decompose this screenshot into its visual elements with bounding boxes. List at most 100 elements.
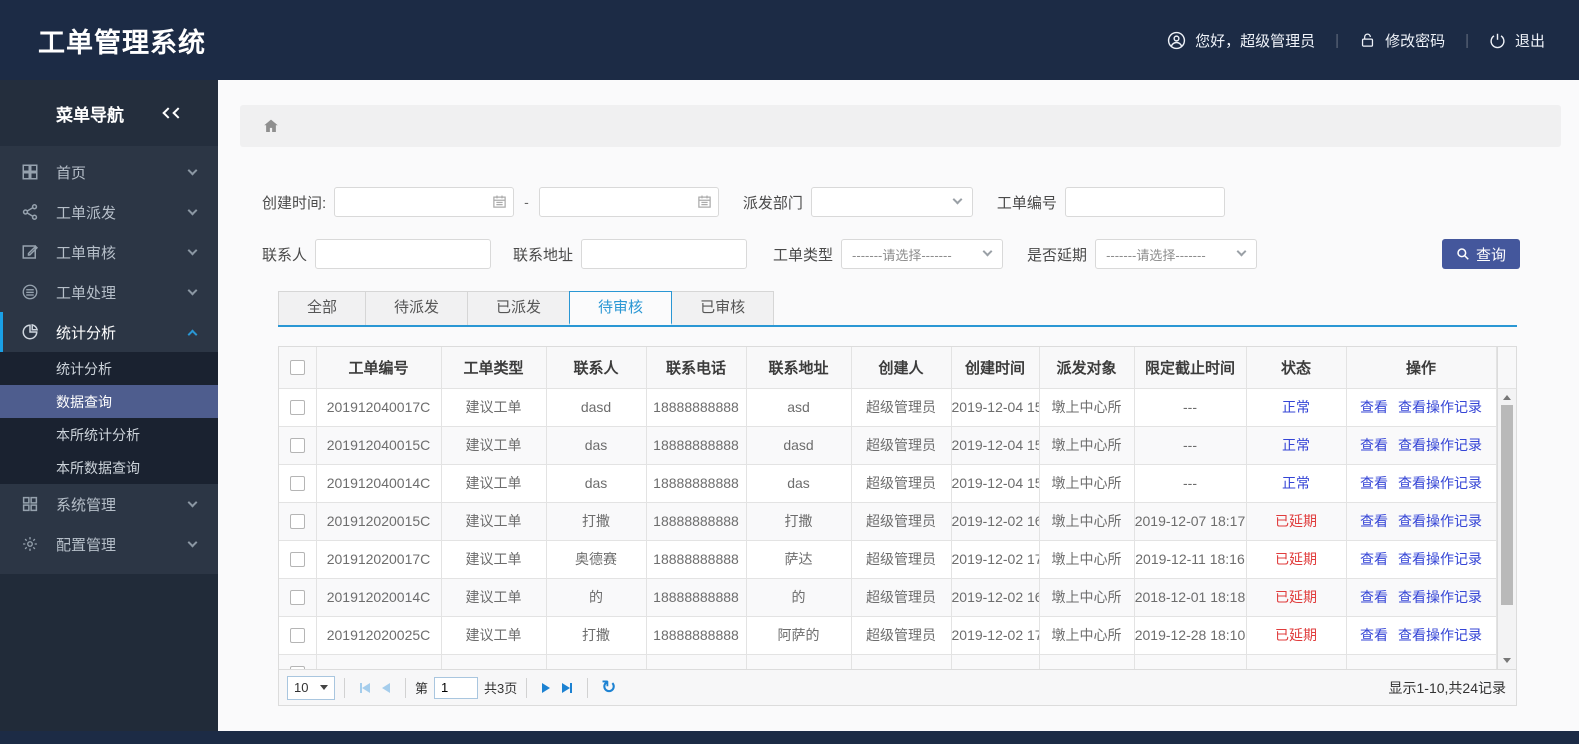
chevron-up-icon — [187, 329, 198, 339]
submenu-item-data-query[interactable]: 数据查询 — [0, 385, 218, 418]
cell-contact: 打撒 — [545, 615, 647, 655]
page-number-input[interactable] — [434, 676, 479, 699]
view-link[interactable]: 查看 — [1360, 589, 1388, 605]
order-no-input[interactable] — [1064, 187, 1225, 217]
row-checkbox[interactable] — [289, 437, 305, 453]
create-time-end-input[interactable] — [538, 187, 719, 217]
total-pages-label: 共3页 — [484, 681, 518, 696]
submenu-item-local-data-query[interactable]: 本所数据查询 — [0, 451, 218, 484]
cell-contact: das — [545, 425, 647, 465]
sidebar-item-label: 工单派发 — [56, 204, 117, 222]
logout-button[interactable]: 退出 — [1489, 30, 1545, 51]
header-checkbox-cell — [279, 347, 317, 389]
cell-creator: 超级管理员 — [850, 577, 952, 617]
view-log-link[interactable]: 查看操作记录 — [1398, 399, 1482, 415]
calendar-icon[interactable] — [492, 194, 507, 209]
table-row: 201912020014C 建议工单 的 18888888888 的 超级管理员… — [279, 577, 1497, 617]
view-link[interactable]: 查看 — [1360, 437, 1388, 453]
view-link[interactable]: 查看 — [1360, 399, 1388, 415]
sidebar-item-system[interactable]: 系统管理 — [0, 484, 218, 524]
change-password-button[interactable]: 修改密码 — [1359, 30, 1445, 51]
row-checkbox[interactable] — [289, 665, 305, 669]
view-link[interactable]: 查看 — [1360, 551, 1388, 567]
sidebar-collapse-icon[interactable] — [162, 107, 184, 119]
cell-order-type: 建议工单 — [440, 463, 547, 503]
address-input[interactable] — [581, 239, 748, 269]
tab-reviewed[interactable]: 已审核 — [671, 291, 775, 325]
row-checkbox[interactable] — [289, 399, 305, 415]
cell-checkbox — [279, 425, 317, 465]
cell-order-type: 建议工单 — [440, 501, 547, 541]
table-row: 201912020025C 建议工单 打撒 18888888888 阿萨的 超级… — [279, 615, 1497, 655]
cell-creator: 超级管理员 — [850, 539, 952, 579]
sidebar-item-dispatch[interactable]: 工单派发 — [0, 192, 218, 232]
status-badge: 正常 — [1245, 387, 1347, 427]
view-log-link[interactable]: 查看操作记录 — [1398, 513, 1482, 529]
page-size-select[interactable]: 10 — [287, 675, 335, 700]
cell-address: 打撒 — [745, 501, 852, 541]
cell-address: das — [745, 463, 852, 503]
row-checkbox[interactable] — [289, 551, 305, 567]
chevron-down-icon — [187, 165, 198, 176]
row-checkbox[interactable] — [289, 475, 305, 491]
tab-pending-dispatch[interactable]: 待派发 — [365, 291, 469, 325]
view-link[interactable]: 查看 — [1360, 513, 1388, 529]
scroll-down-icon[interactable] — [1503, 658, 1511, 663]
pager-divider — [344, 677, 345, 698]
cell-order-no: 201912040015C — [315, 425, 442, 465]
row-checkbox[interactable] — [289, 589, 305, 605]
next-page-button[interactable] — [542, 682, 551, 693]
table-scrollbar — [1496, 347, 1516, 669]
dispatch-dept-select[interactable] — [810, 187, 973, 217]
select-all-checkbox[interactable] — [289, 359, 305, 375]
sidebar-item-statistics[interactable]: 统计分析 — [0, 312, 218, 352]
user-greeting[interactable]: 您好，超级管理员 — [1167, 30, 1315, 51]
tab-all[interactable]: 全部 — [278, 291, 367, 325]
cell-order-type: 建议工单 — [440, 539, 547, 579]
cell-actions: 查看 查看操作记录 — [1345, 463, 1497, 503]
search-button-label: 查询 — [1475, 246, 1506, 264]
row-checkbox[interactable] — [289, 627, 305, 643]
sidebar-item-review[interactable]: 工单审核 — [0, 232, 218, 272]
cell-address: 阿萨的 — [745, 615, 852, 655]
cell-order-no: 201912040017C — [315, 387, 442, 427]
view-log-link[interactable]: 查看操作记录 — [1398, 475, 1482, 491]
view-log-link[interactable]: 查看操作记录 — [1398, 437, 1482, 453]
pagination-bar: 10 第 共3页 — [279, 669, 1516, 705]
view-log-link[interactable]: 查看操作记录 — [1398, 627, 1482, 643]
sidebar-item-config[interactable]: 配置管理 — [0, 524, 218, 564]
order-type-select[interactable]: -------请选择------- — [841, 239, 1004, 269]
view-link[interactable]: 查看 — [1360, 627, 1388, 643]
submenu-item-statistics[interactable]: 统计分析 — [0, 352, 218, 385]
submenu-item-local-statistics[interactable]: 本所统计分析 — [0, 418, 218, 451]
delay-select[interactable]: -------请选择------- — [1095, 239, 1258, 269]
search-button[interactable]: 查询 — [1442, 239, 1520, 269]
home-icon[interactable] — [262, 117, 280, 135]
user-icon — [1167, 31, 1195, 50]
submenu-item-label: 本所数据查询 — [56, 459, 140, 476]
first-page-button[interactable] — [360, 682, 370, 693]
cell-order-no: 201912020014C — [315, 577, 442, 617]
scroll-up-icon[interactable] — [1503, 395, 1511, 400]
last-page-button[interactable] — [562, 682, 573, 693]
table-row: 201912020017C 建议工单 奥德赛 18888888888 萨达 超级… — [279, 539, 1497, 579]
scrollbar-thumb[interactable] — [1501, 405, 1513, 605]
view-log-link[interactable]: 查看操作记录 — [1398, 589, 1482, 605]
sidebar-item-home[interactable]: 首页 — [0, 152, 218, 192]
tab-dispatched[interactable]: 已派发 — [467, 291, 571, 325]
contact-input[interactable] — [315, 239, 492, 269]
work-order-table: 工单编号 工单类型 联系人 联系电话 联系地址 创建人 创建时间 派发对象 限定… — [278, 346, 1517, 706]
cell-phone: 18888888888 — [645, 425, 747, 465]
sidebar-item-process[interactable]: 工单处理 — [0, 272, 218, 312]
refresh-icon[interactable]: ↻ — [601, 677, 616, 698]
view-link[interactable]: 查看 — [1360, 475, 1388, 491]
tab-pending-review[interactable]: 待审核 — [569, 291, 673, 325]
chevron-down-icon — [1236, 246, 1247, 257]
prev-page-button[interactable] — [382, 682, 390, 693]
scrollbar-track[interactable] — [1497, 389, 1516, 669]
cell-checkbox — [279, 577, 317, 617]
calendar-icon[interactable] — [697, 194, 712, 209]
row-checkbox[interactable] — [289, 513, 305, 529]
view-log-link[interactable]: 查看操作记录 — [1398, 551, 1482, 567]
create-time-start-input[interactable] — [334, 187, 515, 217]
